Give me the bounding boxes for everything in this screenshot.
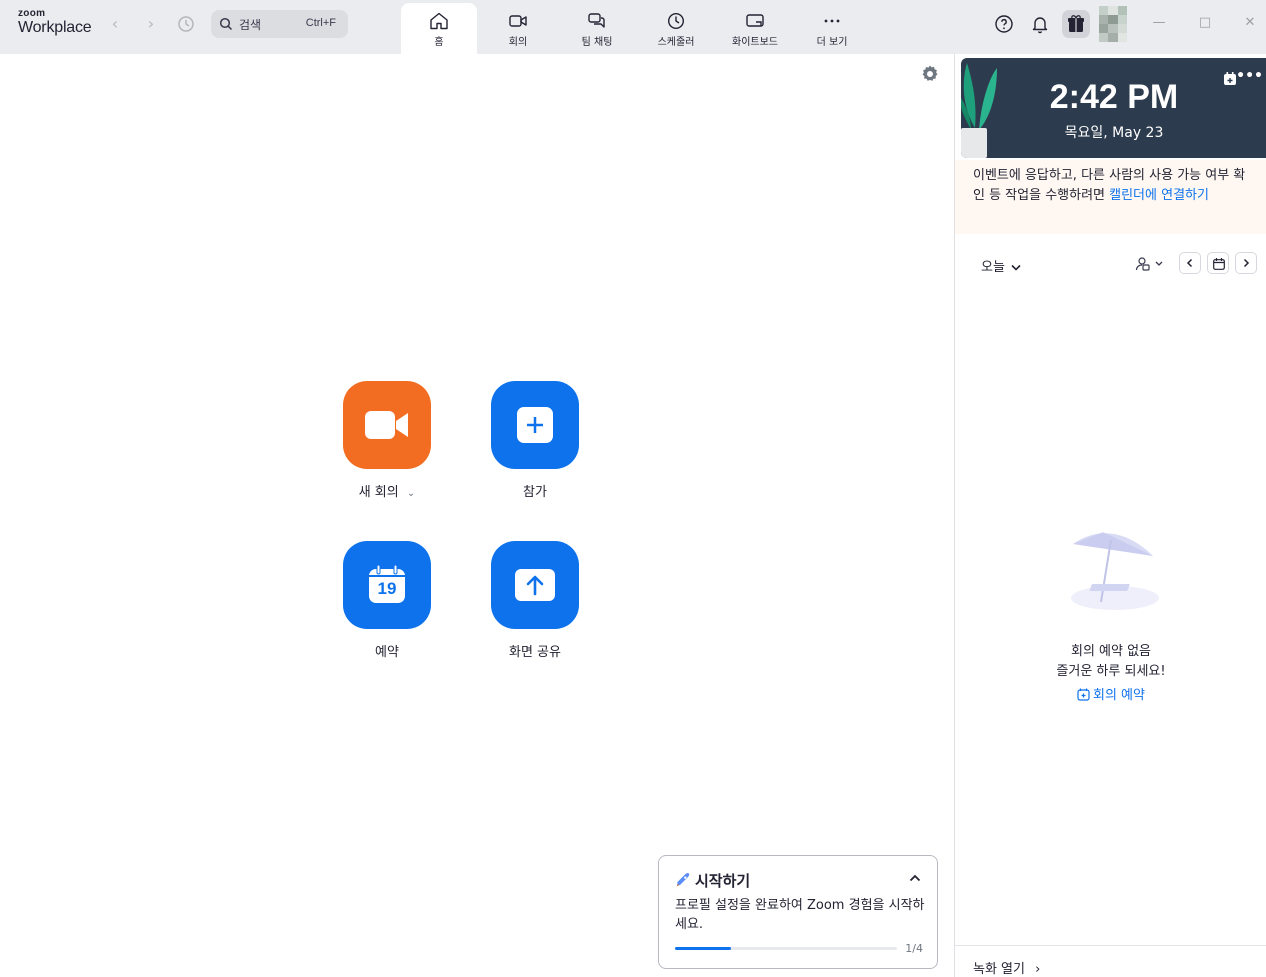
join-button[interactable]: 참가 (491, 381, 579, 500)
video-icon (508, 12, 528, 30)
clock-date: 목요일, May 23 (961, 122, 1266, 142)
clock-time: 2:42 PM (961, 78, 1266, 117)
avatar[interactable] (1099, 6, 1127, 42)
maximize-icon[interactable]: □ (1196, 14, 1214, 32)
chevron-down-icon[interactable]: ⌄ (407, 488, 415, 499)
connect-calendar-notice: 이벤트에 응답하고, 다른 사람의 사용 가능 여부 확인 등 작업을 수행하려… (955, 160, 1266, 234)
help-icon[interactable] (992, 12, 1016, 36)
recordings-footer[interactable]: 녹화 열기 › (955, 945, 1266, 977)
video-camera-icon (365, 411, 409, 439)
tab-label: 회의 (480, 33, 556, 48)
empty-state-subtitle: 즐거운 하루 되세요! (955, 660, 1266, 679)
zoom-logo: zoom Workplace (18, 8, 92, 37)
new-meeting-button[interactable]: 새 회의 ⌄ (343, 381, 431, 500)
share-screen-label: 화면 공유 (491, 641, 579, 660)
share-screen-icon (515, 569, 555, 601)
minimize-icon[interactable]: — (1150, 14, 1168, 32)
title-bar: zoom Workplace ‹ › 검색 Ctrl+F 홈 회의 팀 채팅 스… (0, 0, 1266, 54)
bell-icon[interactable] (1028, 12, 1052, 36)
chat-icon (587, 12, 607, 30)
plus-icon (517, 407, 553, 443)
empty-state-title: 회의 예약 없음 (955, 640, 1266, 659)
connect-calendar-link[interactable]: 캘린더에 연결하기 (1109, 188, 1209, 203)
chevron-right-icon (1241, 258, 1251, 268)
share-screen-button[interactable]: 화면 공유 (491, 541, 579, 660)
getting-started-title: 시작하기 (695, 872, 750, 890)
calendar-filter-icon[interactable] (1135, 256, 1165, 272)
next-day-button[interactable] (1235, 252, 1257, 274)
calendar-add-icon (1077, 688, 1090, 701)
tab-label: 홈 (401, 33, 477, 48)
search-placeholder: 검색 (239, 16, 261, 33)
more-icon (822, 12, 842, 30)
schedule-meeting-link[interactable]: 회의 예약 (955, 684, 1266, 703)
calendar-panel: 2:42 PM 목요일, May 23 ••• 이벤트에 응답하고, 다른 사람… (954, 54, 1266, 977)
gear-icon[interactable] (920, 64, 940, 84)
tab-meetings[interactable]: 회의 (480, 3, 556, 54)
search-shortcut: Ctrl+F (306, 17, 336, 29)
calendar-day-text: 19 (369, 579, 405, 599)
forward-icon[interactable]: › (141, 14, 161, 34)
getting-started-card[interactable]: 시작하기 프로필 설정을 완료하여 Zoom 경험을 시작하세요. 1/4 (658, 855, 938, 969)
tab-scheduler[interactable]: 스케줄러 (638, 3, 714, 54)
schedule-label: 예약 (343, 641, 431, 660)
open-recordings-label: 녹화 열기 (973, 962, 1025, 977)
clock-card: 2:42 PM 목요일, May 23 ••• (961, 58, 1266, 158)
getting-started-text: 프로필 설정을 완료하여 Zoom 경험을 시작하세요. (675, 896, 925, 934)
chevron-down-icon (1011, 264, 1021, 271)
gift-icon[interactable] (1062, 10, 1090, 38)
new-meeting-label: 새 회의 (359, 485, 399, 500)
tab-home[interactable]: 홈 (401, 3, 477, 54)
more-options-icon[interactable]: ••• (1236, 68, 1263, 84)
whiteboard-icon (745, 12, 765, 30)
logo-zoom-text: zoom (18, 8, 92, 19)
tab-label: 팀 채팅 (559, 33, 635, 48)
tab-whiteboard[interactable]: 화이트보드 (717, 3, 793, 54)
join-label: 참가 (491, 481, 579, 500)
calendar-add-icon[interactable] (1223, 72, 1237, 86)
today-label: 오늘 (981, 260, 1005, 275)
search-icon (219, 17, 233, 31)
tab-label: 스케줄러 (638, 33, 714, 48)
chevron-left-icon (1185, 258, 1195, 268)
beach-umbrella-illustration (1065, 526, 1165, 616)
close-icon[interactable]: ✕ (1241, 14, 1259, 32)
chevron-up-icon[interactable] (909, 874, 921, 882)
progress-count: 1/4 (905, 942, 923, 955)
logo-workplace-text: Workplace (18, 19, 92, 37)
tab-label: 더 보기 (794, 33, 870, 48)
today-dropdown[interactable]: 오늘 (981, 256, 1021, 275)
calendar-icon (1213, 258, 1225, 270)
rocket-icon (675, 872, 691, 888)
tab-team-chat[interactable]: 팀 채팅 (559, 3, 635, 54)
history-icon[interactable] (176, 14, 196, 34)
schedule-link-label: 회의 예약 (1093, 688, 1145, 703)
tab-more[interactable]: 더 보기 (794, 3, 870, 54)
progress-bar (675, 947, 897, 950)
schedule-button[interactable]: 19 예약 (343, 541, 431, 660)
date-picker-button[interactable] (1207, 252, 1229, 274)
home-icon (429, 12, 449, 30)
search-input[interactable]: 검색 Ctrl+F (211, 10, 348, 38)
previous-day-button[interactable] (1179, 252, 1201, 274)
tab-label: 화이트보드 (717, 33, 793, 48)
progress-fill (675, 947, 731, 950)
clock-icon (666, 12, 686, 30)
back-icon[interactable]: ‹ (105, 14, 125, 34)
chevron-right-icon: › (1035, 962, 1040, 977)
